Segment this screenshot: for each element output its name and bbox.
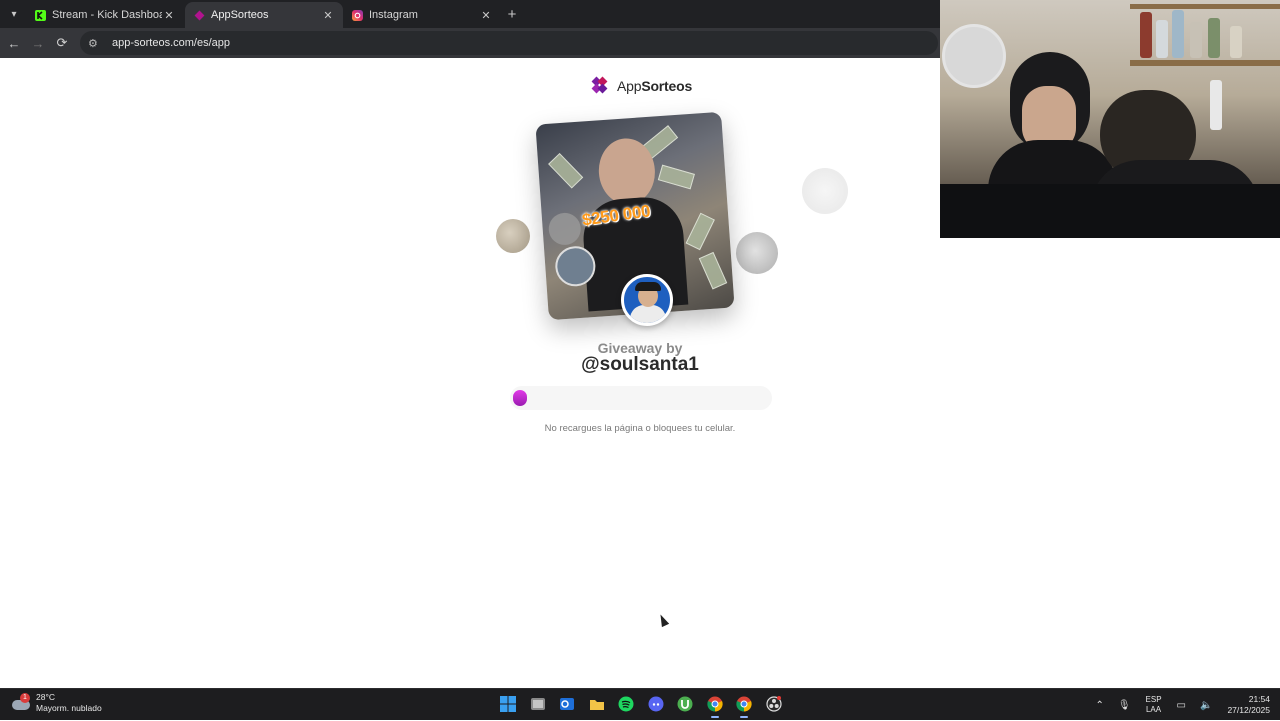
network-icon[interactable]: ▭ xyxy=(1177,700,1186,711)
tab-strip: ▾ Stream - Kick Dashboard ✕ AppSorteos ✕… xyxy=(0,0,940,28)
tab-search-button[interactable]: ▾ xyxy=(4,4,24,24)
appsorteos-icon xyxy=(193,9,205,21)
tab-title: AppSorteos xyxy=(211,9,269,21)
language-code: ESP xyxy=(1145,695,1162,704)
tab-title: Instagram xyxy=(369,9,418,21)
host-avatar xyxy=(621,274,673,326)
close-icon[interactable]: ✕ xyxy=(162,8,176,22)
clock-date: 27/12/2025 xyxy=(1227,705,1270,715)
clock-time: 21:54 xyxy=(1248,694,1270,704)
close-icon[interactable]: ✕ xyxy=(479,8,493,22)
participant-avatar xyxy=(547,211,582,247)
windows-start-icon[interactable] xyxy=(497,693,519,715)
reload-button[interactable]: ⟳ xyxy=(52,33,72,53)
webcam-overlay xyxy=(940,0,1280,238)
forward-button[interactable]: → xyxy=(28,33,48,53)
participant-bubble xyxy=(802,168,848,214)
language-indicator[interactable]: ESP LAA xyxy=(1146,695,1162,715)
close-icon[interactable]: ✕ xyxy=(321,8,335,22)
weather-widget[interactable]: 1 28°C Mayorm. nublado xyxy=(10,692,102,714)
warning-note: No recargues la página o bloquees tu cel… xyxy=(544,423,736,434)
utorrent-icon[interactable] xyxy=(674,693,696,715)
instagram-icon xyxy=(351,9,363,21)
chrome-icon[interactable] xyxy=(704,693,726,718)
new-tab-button[interactable]: + xyxy=(503,5,521,23)
fan-object xyxy=(942,24,1006,88)
folder-icon[interactable] xyxy=(586,693,608,715)
taskbar-apps xyxy=(497,693,792,718)
host-handle: @soulsanta1 xyxy=(581,354,699,375)
clock[interactable]: 21:54 27/12/2025 xyxy=(1227,694,1270,716)
chrome-profile-icon[interactable] xyxy=(733,693,755,718)
obs-icon[interactable] xyxy=(763,693,785,715)
notification-badge: 1 xyxy=(20,693,30,703)
back-button[interactable]: ← xyxy=(4,33,24,53)
tab-kick-dashboard[interactable]: Stream - Kick Dashboard ✕ xyxy=(26,2,184,28)
progress-fill xyxy=(513,390,527,406)
outlook-icon[interactable] xyxy=(556,693,578,715)
tab-instagram[interactable]: Instagram ✕ xyxy=(343,2,501,28)
url-text: app-sorteos.com/es/app xyxy=(112,37,231,49)
spotify-icon[interactable] xyxy=(615,693,637,715)
discord-icon[interactable] xyxy=(645,693,667,715)
participant-bubble xyxy=(496,219,530,253)
volume-icon[interactable]: 🔈 xyxy=(1200,700,1212,711)
kick-icon xyxy=(34,9,46,21)
system-tray: ⌃ 🎙 ESP LAA ▭ 🔈 21:54 27/12/2025 xyxy=(1088,689,1280,721)
keyboard-layout: LAA xyxy=(1145,705,1162,714)
progress-bar xyxy=(510,386,772,410)
weather-temp: 28°C xyxy=(36,692,55,702)
mouse-cursor-icon xyxy=(656,612,670,628)
brand-logo: AppSorteos xyxy=(589,74,692,98)
site-info-icon[interactable]: ⚙ xyxy=(88,37,102,50)
giveaway-card: $250 000 xyxy=(530,111,750,326)
brand-prefix: App xyxy=(617,78,642,94)
address-bar[interactable]: ⚙ app-sorteos.com/es/app xyxy=(80,31,938,55)
weather-condition: Mayorm. nublado xyxy=(36,703,102,713)
browser-toolbar: ← → ⟳ ⚙ app-sorteos.com/es/app xyxy=(0,28,940,58)
cloud-icon: 1 xyxy=(10,692,32,714)
taskbar: 1 28°C Mayorm. nublado ⌃ 🎙 ESP LAA ▭ 🔈 2… xyxy=(0,688,1280,720)
tab-appsorteos[interactable]: AppSorteos ✕ xyxy=(185,2,343,28)
chevron-up-icon[interactable]: ⌃ xyxy=(1095,700,1103,711)
file-manager-icon[interactable] xyxy=(527,693,549,715)
appsorteos-logo-icon xyxy=(591,76,608,94)
tab-title: Stream - Kick Dashboard xyxy=(52,9,162,21)
brand-name: Sorteos xyxy=(641,78,693,94)
microphone-icon[interactable]: 🎙 xyxy=(1118,700,1131,711)
